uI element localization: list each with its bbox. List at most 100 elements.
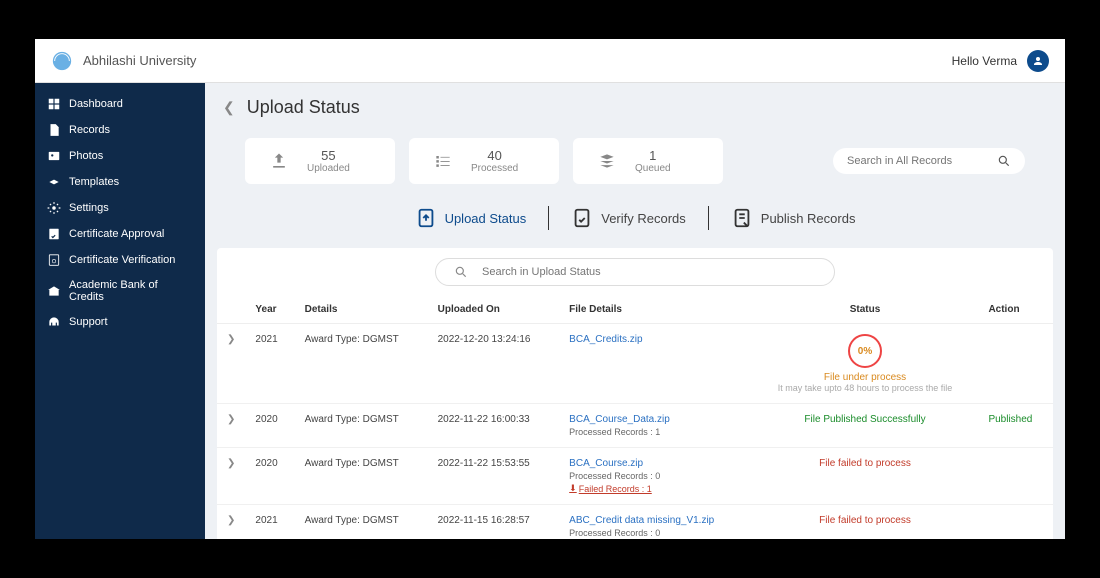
sidebar-item-label: Dashboard — [69, 98, 123, 110]
sidebar-item-label: Academic Bank of Credits — [69, 279, 193, 303]
queued-count: 1 — [635, 148, 671, 163]
cell-details: Award Type: DGMST — [295, 324, 428, 404]
file-link[interactable]: ABC_Credit data missing_V1.zip — [569, 515, 714, 526]
tab-verify-records[interactable]: Verify Records — [559, 207, 698, 229]
records-icon — [47, 123, 61, 137]
publish-icon — [731, 207, 753, 229]
brand-name: Abhilashi University — [83, 53, 196, 68]
sidebar-item-records[interactable]: Records — [35, 117, 205, 143]
user-icon — [1032, 55, 1044, 67]
th-details: Details — [295, 296, 428, 324]
sidebar-item-cert-verification[interactable]: Certificate Verification — [35, 247, 205, 273]
download-icon: ⬇ — [569, 483, 577, 494]
cell-file-details: ABC_Credit data missing_V1.zipProcessed … — [559, 505, 751, 540]
sidebar-item-label: Templates — [69, 176, 119, 188]
cert-verification-icon — [47, 253, 61, 267]
cell-file-details: BCA_Course.zipProcessed Records : 0⬇ Fai… — [559, 448, 751, 505]
tab-publish-records[interactable]: Publish Records — [719, 207, 868, 229]
sidebar: Dashboard Records Photos Templates Setti… — [35, 83, 205, 539]
greeting-text: Hello Verma — [952, 54, 1017, 68]
search-icon — [997, 154, 1011, 168]
expand-chevron-icon[interactable]: ❯ — [227, 458, 235, 469]
sidebar-item-label: Certificate Approval — [69, 228, 164, 240]
cell-details: Award Type: DGMST — [295, 505, 428, 540]
search-all-records[interactable] — [833, 148, 1025, 174]
progress-ring: 0% — [848, 334, 882, 368]
table-row: ❯2020Award Type: DGMST2022-11-22 16:00:3… — [217, 404, 1053, 448]
processed-icon — [433, 151, 453, 171]
page-header: ❮ Upload Status — [205, 83, 1065, 132]
content-card: Year Details Uploaded On File Details St… — [217, 248, 1053, 539]
status-subtext: It may take upto 48 hours to process the… — [762, 383, 969, 393]
cell-uploaded-on: 2022-11-22 15:53:55 — [428, 448, 560, 505]
bank-icon — [47, 284, 61, 298]
avatar[interactable] — [1027, 50, 1049, 72]
summary-queued: 1Queued — [573, 138, 723, 184]
cert-approval-icon — [47, 227, 61, 241]
expand-chevron-icon[interactable]: ❯ — [227, 334, 235, 345]
file-link[interactable]: BCA_Course.zip — [569, 458, 643, 469]
inner-search[interactable] — [435, 258, 835, 286]
sidebar-item-abc[interactable]: Academic Bank of Credits — [35, 273, 205, 309]
table-row: ❯2021Award Type: DGMST2022-12-20 13:24:1… — [217, 324, 1053, 404]
sidebar-item-photos[interactable]: Photos — [35, 143, 205, 169]
summary-uploaded: 55Uploaded — [245, 138, 395, 184]
sidebar-item-templates[interactable]: Templates — [35, 169, 205, 195]
table-row: ❯2021Award Type: DGMST2022-11-15 16:28:5… — [217, 505, 1053, 540]
sidebar-item-cert-approval[interactable]: Certificate Approval — [35, 221, 205, 247]
templates-icon — [47, 175, 61, 189]
action-published[interactable]: Published — [988, 414, 1032, 425]
photos-icon — [47, 149, 61, 163]
app-frame: Abhilashi University Hello Verma Dashboa… — [35, 39, 1065, 539]
records-table: Year Details Uploaded On File Details St… — [217, 296, 1053, 539]
main-content: ❮ Upload Status 55Uploaded 40Processed 1… — [205, 83, 1065, 539]
sidebar-item-label: Support — [69, 316, 108, 328]
inner-search-wrap — [217, 248, 1053, 296]
back-chevron-icon[interactable]: ❮ — [223, 99, 235, 116]
sidebar-item-dashboard[interactable]: Dashboard — [35, 91, 205, 117]
cell-uploaded-on: 2022-11-15 16:28:57 — [428, 505, 560, 540]
upload-icon — [269, 151, 289, 171]
failed-records-link[interactable]: ⬇ Failed Records : 1 — [569, 483, 652, 494]
file-link[interactable]: BCA_Course_Data.zip — [569, 414, 670, 425]
status-text: File under process — [762, 372, 969, 383]
file-link[interactable]: BCA_Credits.zip — [569, 334, 642, 345]
queued-label: Queued — [635, 163, 671, 174]
summary-processed: 40Processed — [409, 138, 559, 184]
sidebar-item-label: Photos — [69, 150, 103, 162]
expand-chevron-icon[interactable]: ❯ — [227, 414, 235, 425]
processed-label: Processed — [471, 163, 518, 174]
expand-chevron-icon[interactable]: ❯ — [227, 515, 235, 526]
sidebar-item-support[interactable]: Support — [35, 309, 205, 335]
th-uploaded-on: Uploaded On — [428, 296, 560, 324]
inner-search-input[interactable] — [482, 266, 816, 278]
status-text: File failed to process — [819, 458, 911, 469]
dashboard-icon — [47, 97, 61, 111]
tab-label: Verify Records — [601, 211, 686, 226]
th-action: Action — [978, 296, 1053, 324]
status-text: File failed to process — [819, 515, 911, 526]
gear-icon — [47, 201, 61, 215]
cell-file-details: BCA_Course_Data.zip Processed Records : 1 — [559, 404, 751, 448]
sidebar-item-label: Settings — [69, 202, 109, 214]
tab-divider — [548, 206, 549, 230]
search-all-input[interactable] — [847, 155, 989, 167]
uploaded-count: 55 — [307, 148, 350, 163]
sidebar-item-settings[interactable]: Settings — [35, 195, 205, 221]
cell-uploaded-on: 2022-12-20 13:24:16 — [428, 324, 560, 404]
processed-records-text: Processed Records : 1 — [569, 427, 741, 437]
summary-row: 55Uploaded 40Processed 1Queued — [205, 132, 1065, 184]
cell-year: 2020 — [245, 404, 294, 448]
tab-label: Upload Status — [445, 211, 527, 226]
cell-status: File failed to process — [752, 448, 979, 505]
cell-action — [978, 324, 1053, 404]
tab-label: Publish Records — [761, 211, 856, 226]
tab-upload-status[interactable]: Upload Status — [403, 207, 539, 229]
cell-action — [978, 505, 1053, 540]
cell-status: 0% File under processIt may take upto 48 … — [752, 324, 979, 404]
th-year: Year — [245, 296, 294, 324]
sidebar-item-label: Records — [69, 124, 110, 136]
th-status: Status — [752, 296, 979, 324]
upload-status-icon — [415, 207, 437, 229]
cell-uploaded-on: 2022-11-22 16:00:33 — [428, 404, 560, 448]
